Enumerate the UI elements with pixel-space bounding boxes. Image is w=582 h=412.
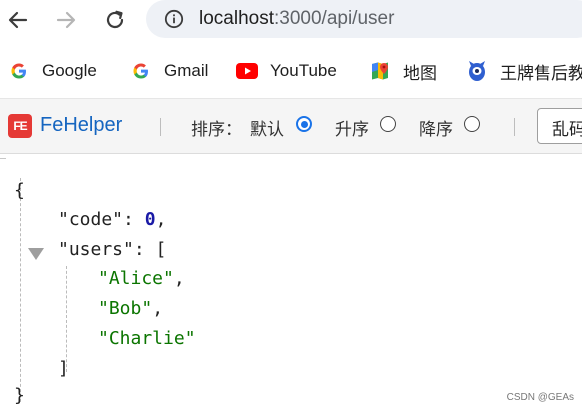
garbled-text-button[interactable]: 乱码 (537, 108, 582, 144)
sort-option-desc-label[interactable]: 降序 (419, 115, 453, 140)
json-line: "users": [ (58, 239, 166, 261)
bookmark-maps[interactable]: 地图 (369, 60, 437, 83)
json-line: { (14, 180, 25, 202)
json-open-brace: { (14, 180, 25, 201)
sort-default-radio[interactable] (296, 116, 312, 132)
back-arrow-icon (8, 11, 28, 29)
json-close-bracket: ] (58, 358, 69, 379)
sort-option-default-label[interactable]: 默认 (250, 115, 284, 140)
json-comma: , (155, 209, 167, 230)
bookmark-after-sales[interactable]: 王牌售后教 (466, 60, 582, 83)
mascot-icon (466, 60, 488, 82)
json-string-value: "Alice" (98, 268, 174, 289)
json-viewer: { "code": 0, "users": [ "Alice", "Bob", … (0, 154, 582, 412)
youtube-icon (236, 60, 258, 82)
json-string-value: "Bob" (98, 298, 153, 319)
bookmark-label: 王牌售后教 (500, 63, 582, 83)
maps-icon (369, 60, 391, 82)
url-path: :3000/api/user (274, 8, 395, 29)
google-icon (130, 60, 152, 82)
json-comma: , (152, 298, 164, 319)
json-line: } (14, 385, 25, 407)
reload-button[interactable] (101, 6, 129, 34)
watermark: CSDN @GEAs (506, 392, 574, 403)
bookmark-gmail[interactable]: Gmail (130, 60, 208, 82)
address-bar[interactable]: localhost:3000/api/user (146, 0, 582, 38)
json-close-brace: } (14, 385, 25, 406)
reload-icon (106, 10, 124, 29)
json-line: "Charlie" (98, 328, 196, 350)
json-key: "users" (58, 239, 134, 260)
json-number-value: 0 (144, 209, 156, 230)
forward-arrow-icon (56, 11, 76, 29)
sort-desc-radio[interactable] (464, 116, 480, 132)
sort-asc-radio[interactable] (380, 116, 396, 132)
corner-mark (0, 158, 6, 165)
site-info-icon[interactable] (164, 9, 184, 29)
indent-guide (66, 266, 67, 372)
fehelper-title[interactable]: FeHelper (40, 114, 122, 137)
json-line: "Alice", (98, 268, 185, 290)
indent-guide (20, 178, 21, 402)
json-open-bracket: [ (155, 239, 167, 260)
fehelper-toolbar: FE FeHelper 排序： 默认 升序 降序 乱码 (0, 98, 582, 154)
browser-toolbar: localhost:3000/api/user (0, 0, 582, 42)
back-button[interactable] (4, 6, 32, 34)
json-colon: : (123, 209, 134, 230)
json-key: "code" (58, 209, 124, 230)
bookmark-google[interactable]: Google (8, 60, 97, 82)
json-line: ] (58, 358, 69, 380)
json-line: "code": 0, (58, 209, 166, 231)
forward-button[interactable] (52, 6, 80, 34)
bookmark-label: 地图 (403, 63, 437, 83)
bookmark-label: YouTube (270, 61, 337, 80)
url-host: localhost (199, 8, 274, 29)
bookmark-label: Google (42, 61, 97, 80)
divider (514, 118, 515, 136)
json-comma: , (173, 268, 185, 289)
json-colon: : (133, 239, 145, 260)
divider (160, 118, 161, 136)
collapse-toggle-icon[interactable] (28, 248, 44, 260)
json-line: "Bob", (98, 298, 163, 320)
json-string-value: "Charlie" (98, 328, 196, 349)
bookmarks-bar: Google Gmail YouTube 地图 王牌售后教 (0, 50, 582, 92)
url-text: localhost:3000/api/user (199, 8, 394, 30)
bookmark-label: Gmail (164, 61, 209, 80)
sort-option-asc-label[interactable]: 升序 (335, 115, 369, 140)
google-icon (8, 60, 30, 82)
fehelper-logo-icon: FE (8, 114, 32, 138)
sort-label: 排序： (191, 120, 242, 139)
bookmark-youtube[interactable]: YouTube (236, 60, 337, 82)
